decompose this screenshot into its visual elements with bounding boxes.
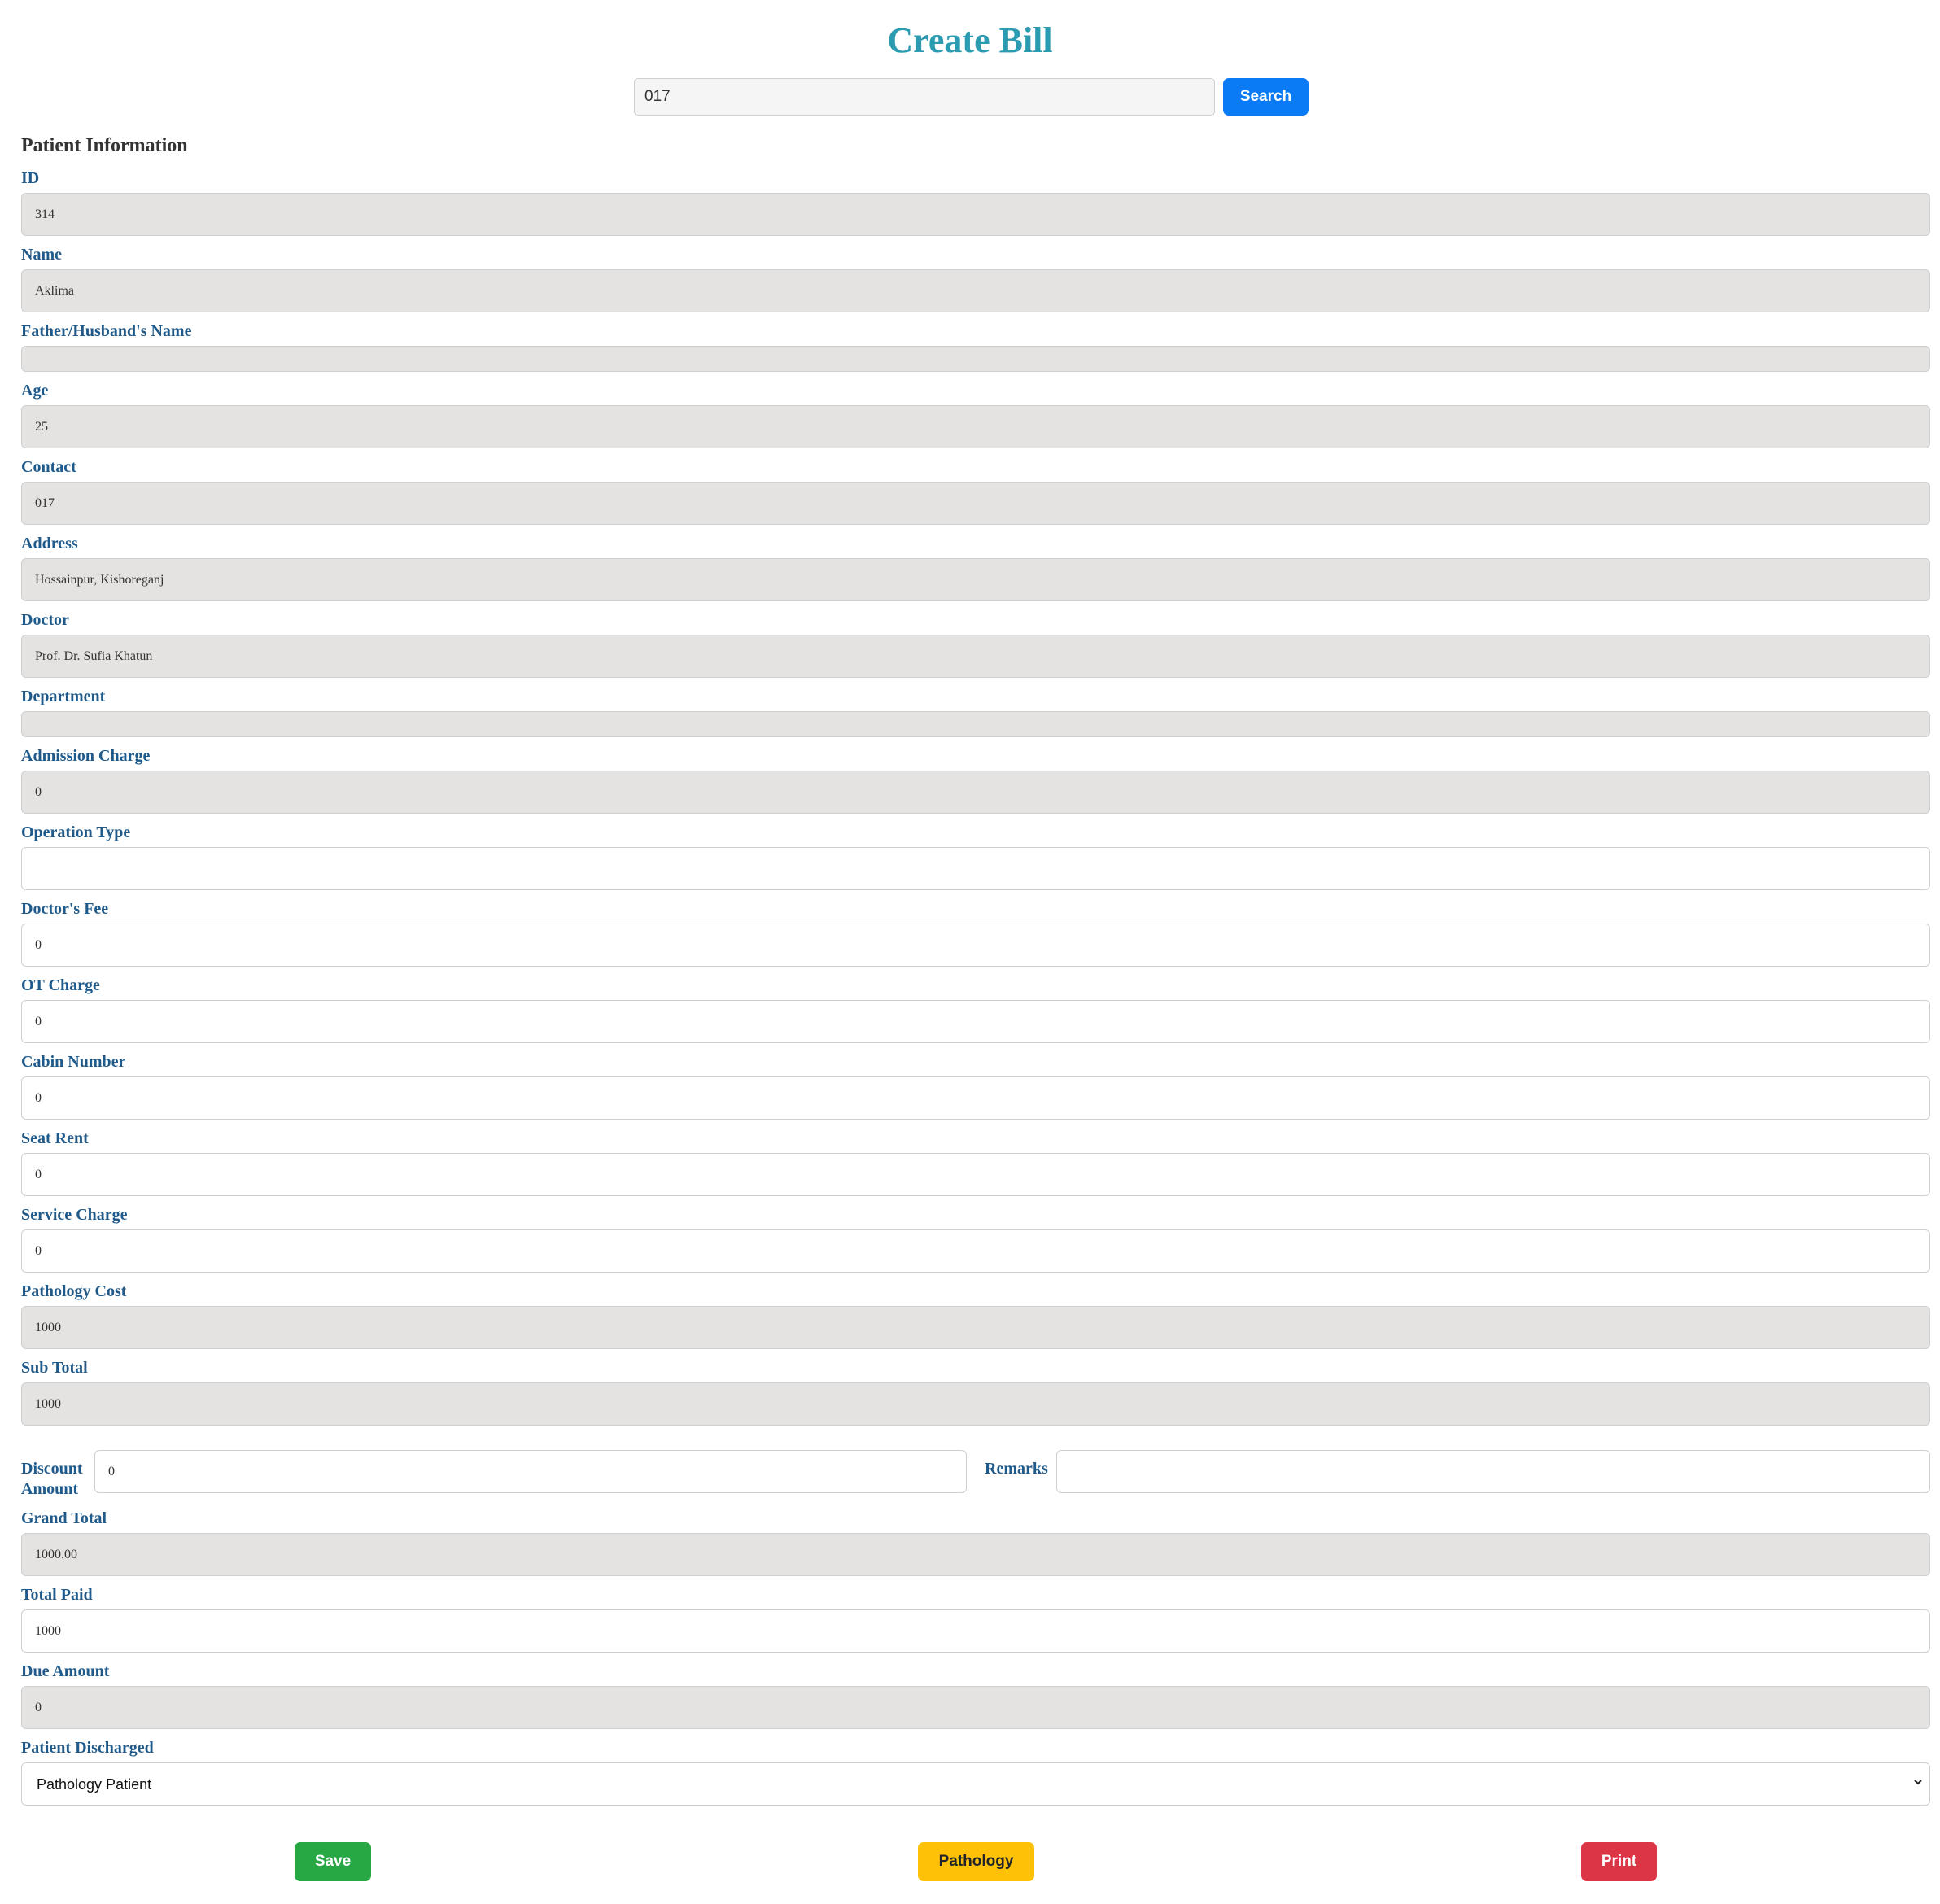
grand-total-label: Grand Total bbox=[21, 1509, 107, 1527]
operation-type-field[interactable] bbox=[21, 847, 1930, 890]
id-field[interactable] bbox=[21, 193, 1930, 236]
patient-discharged-select-wrap: Pathology Patient bbox=[21, 1762, 1930, 1806]
contact-label: Contact bbox=[21, 458, 76, 476]
age-label: Age bbox=[21, 382, 49, 400]
contact-field[interactable] bbox=[21, 482, 1930, 525]
address-field[interactable] bbox=[21, 558, 1930, 601]
sub-total-label: Sub Total bbox=[21, 1359, 88, 1377]
search-button[interactable]: Search bbox=[1223, 78, 1309, 116]
seat-rent-label: Seat Rent bbox=[21, 1129, 89, 1147]
save-button[interactable]: Save bbox=[295, 1842, 371, 1881]
department-label: Department bbox=[21, 688, 106, 705]
admission-charge-field[interactable] bbox=[21, 771, 1930, 814]
discount-amount-label: Discount Amount bbox=[21, 1460, 83, 1498]
pathology-cost-label: Pathology Cost bbox=[21, 1282, 127, 1300]
name-label: Name bbox=[21, 246, 62, 264]
section-heading: Patient Information bbox=[21, 135, 188, 156]
department-field[interactable] bbox=[21, 711, 1930, 737]
address-label: Address bbox=[21, 535, 78, 552]
discount-amount-field[interactable] bbox=[94, 1450, 967, 1493]
guardian-name-label: Father/Husband's Name bbox=[21, 322, 192, 340]
grand-total-field[interactable] bbox=[21, 1533, 1930, 1576]
service-charge-label: Service Charge bbox=[21, 1206, 128, 1224]
ot-charge-field[interactable] bbox=[21, 1000, 1930, 1043]
sub-total-field[interactable] bbox=[21, 1382, 1930, 1426]
id-label: ID bbox=[21, 169, 40, 187]
due-amount-field[interactable] bbox=[21, 1686, 1930, 1729]
search-bar: Search bbox=[634, 78, 1309, 116]
remarks-label: Remarks bbox=[985, 1460, 1048, 1478]
patient-discharged-select[interactable]: Pathology Patient bbox=[21, 1762, 1930, 1806]
discount-remarks-row: Discount Amount Remarks bbox=[21, 1450, 1930, 1500]
doctor-label: Doctor bbox=[21, 611, 69, 629]
name-field[interactable] bbox=[21, 269, 1930, 312]
print-button[interactable]: Print bbox=[1581, 1842, 1657, 1881]
cabin-number-label: Cabin Number bbox=[21, 1053, 126, 1071]
patient-form: ID Name Father/Husband's Name Age Contac… bbox=[21, 164, 1930, 1806]
cabin-number-field[interactable] bbox=[21, 1076, 1930, 1120]
guardian-name-field[interactable] bbox=[21, 346, 1930, 372]
operation-type-label: Operation Type bbox=[21, 823, 131, 841]
service-charge-field[interactable] bbox=[21, 1229, 1930, 1273]
doctor-field[interactable] bbox=[21, 635, 1930, 678]
page-title: Create Bill bbox=[887, 20, 1053, 60]
pathology-button[interactable]: Pathology bbox=[918, 1842, 1034, 1881]
total-paid-label: Total Paid bbox=[21, 1586, 93, 1604]
doctors-fee-label: Doctor's Fee bbox=[21, 900, 109, 918]
age-field[interactable] bbox=[21, 405, 1930, 448]
pathology-cost-field[interactable] bbox=[21, 1306, 1930, 1349]
patient-discharged-label: Patient Discharged bbox=[21, 1739, 154, 1757]
due-amount-label: Due Amount bbox=[21, 1662, 110, 1680]
remarks-field[interactable] bbox=[1056, 1450, 1930, 1493]
total-paid-field[interactable] bbox=[21, 1609, 1930, 1653]
ot-charge-label: OT Charge bbox=[21, 976, 100, 994]
action-bar: Save Pathology Print bbox=[0, 1842, 1940, 1881]
admission-charge-label: Admission Charge bbox=[21, 747, 151, 765]
seat-rent-field[interactable] bbox=[21, 1153, 1930, 1196]
search-input[interactable] bbox=[634, 78, 1215, 116]
doctors-fee-field[interactable] bbox=[21, 924, 1930, 967]
